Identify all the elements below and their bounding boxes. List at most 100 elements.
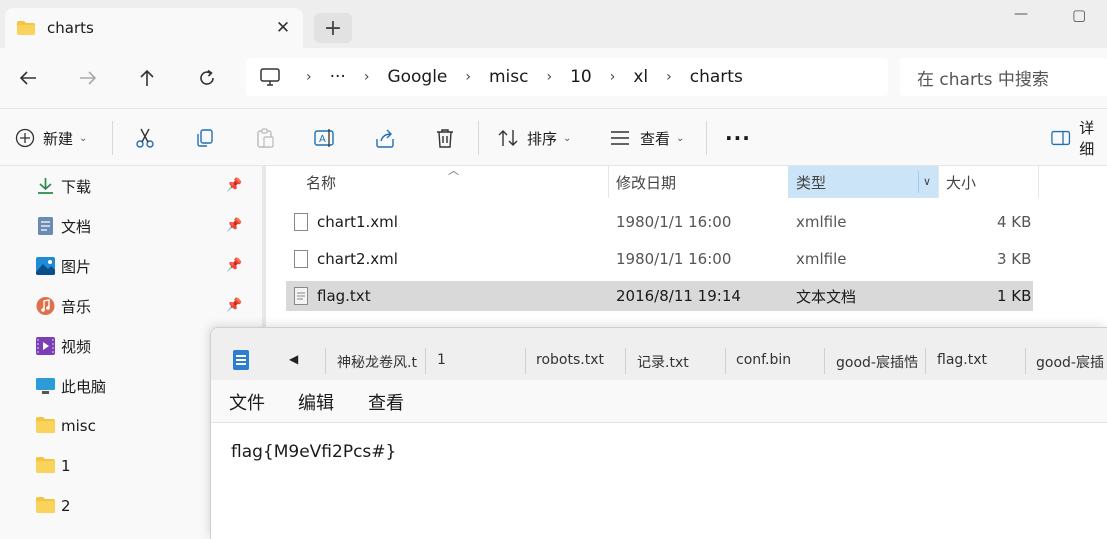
close-tab-icon[interactable]: ✕ <box>263 18 303 38</box>
copy-button[interactable] <box>194 123 216 153</box>
breadcrumb-separator[interactable]: › <box>666 69 672 85</box>
cut-button[interactable] <box>134 123 156 153</box>
breadcrumb-separator[interactable]: › <box>364 69 370 85</box>
file-icon <box>294 213 308 231</box>
breadcrumb-charts[interactable]: charts <box>690 67 743 87</box>
notepad-tab-active[interactable]: flag.txt <box>937 352 987 372</box>
divider <box>824 348 825 374</box>
new-button[interactable]: 新建 ⌄ <box>15 123 87 153</box>
file-row-selected[interactable]: flag.txt 2016/8/11 19:14 文本文档 1 KB <box>286 281 1033 311</box>
breadcrumb-separator[interactable]: › <box>610 69 616 85</box>
sidebar-item-folder-2[interactable]: 2 <box>36 495 71 517</box>
notepad-window: ◀ 神秘龙卷风.t 1 robots.txt 记录.txt conf.bin g… <box>210 327 1107 539</box>
sidebar-item-label: 1 <box>61 457 71 475</box>
maximize-icon[interactable]: ▢ <box>1072 6 1086 24</box>
search-input[interactable]: 在 charts 中搜索 <box>900 58 1107 96</box>
chevron-down-icon: ⌄ <box>79 132 88 144</box>
notepad-tab[interactable]: 记录.txt <box>637 352 689 372</box>
file-icon <box>294 250 308 268</box>
pin-icon[interactable]: 📌 <box>226 218 242 233</box>
new-tab-button[interactable]: + <box>314 13 352 43</box>
sort-button[interactable]: 排序 ⌄ <box>497 123 571 153</box>
forward-button[interactable] <box>73 64 103 92</box>
breadcrumb-separator: › <box>306 69 312 85</box>
sidebar-item-videos[interactable]: 视频 <box>36 335 91 357</box>
picture-icon <box>36 257 55 275</box>
forward-arrow-icon <box>80 71 97 85</box>
divider <box>525 348 526 374</box>
minimize-icon[interactable]: — <box>1014 6 1028 22</box>
scroll-tabs-left-icon[interactable]: ◀ <box>289 352 298 366</box>
view-button[interactable]: 查看 ⌄ <box>609 123 684 153</box>
share-button[interactable] <box>374 123 396 153</box>
breadcrumb-separator[interactable]: › <box>547 69 553 85</box>
divider <box>1025 348 1026 374</box>
explorer-tab[interactable]: charts ✕ <box>5 8 303 48</box>
file-row[interactable]: chart1.xml 1980/1/1 16:00 xmlfile 4 KB <box>286 207 1033 237</box>
column-header-name[interactable]: 名称 <box>298 166 608 198</box>
breadcrumb-google[interactable]: Google <box>387 67 447 87</box>
file-type: xmlfile <box>796 213 847 231</box>
paste-icon <box>257 128 274 148</box>
document-icon <box>36 217 55 235</box>
notepad-tab[interactable]: conf.bin <box>736 352 791 372</box>
column-divider[interactable] <box>1038 166 1039 198</box>
chevron-down-icon[interactable]: ∨ <box>918 171 931 193</box>
sidebar-item-downloads[interactable]: 下载 <box>36 175 91 197</box>
notepad-menu-bar: 文件 编辑 查看 <box>211 380 1107 422</box>
download-icon <box>36 177 55 195</box>
pin-icon[interactable]: 📌 <box>226 298 242 313</box>
back-button[interactable] <box>13 64 43 92</box>
divider <box>725 348 726 374</box>
rename-button[interactable]: A <box>313 123 337 153</box>
menu-view[interactable]: 查看 <box>368 389 404 415</box>
refresh-button[interactable] <box>192 64 222 92</box>
breadcrumb-misc[interactable]: misc <box>489 67 529 87</box>
svg-text:A: A <box>319 134 326 145</box>
paste-button[interactable] <box>254 123 276 153</box>
sidebar-item-music[interactable]: 音乐 <box>36 295 91 317</box>
file-name: chart2.xml <box>317 250 398 268</box>
notepad-tab[interactable]: 神秘龙卷风.t <box>337 352 421 372</box>
divider <box>925 348 926 374</box>
menu-edit[interactable]: 编辑 <box>298 389 334 415</box>
notepad-tab[interactable]: good-宸插 <box>1036 352 1107 372</box>
sidebar-item-label: 视频 <box>61 337 92 356</box>
chevron-down-icon: ⌄ <box>676 132 685 144</box>
sidebar-item-label: 文档 <box>61 217 92 236</box>
breadcrumb-separator[interactable]: › <box>465 69 471 85</box>
column-header-modified[interactable]: 修改日期 <box>608 166 788 198</box>
breadcrumb-10[interactable]: 10 <box>570 67 592 87</box>
sidebar-item-this-pc[interactable]: 此电脑 <box>36 375 106 397</box>
sidebar-item-pictures[interactable]: 图片 <box>36 255 91 277</box>
pin-icon[interactable]: 📌 <box>226 178 242 193</box>
file-row[interactable]: chart2.xml 1980/1/1 16:00 xmlfile 3 KB <box>286 244 1033 274</box>
sidebar-item-documents[interactable]: 文档 <box>36 215 91 237</box>
details-pane-button[interactable]: 详细 <box>1051 119 1107 158</box>
more-options-button[interactable]: ··· <box>725 123 751 153</box>
breadcrumb-overflow[interactable]: ··· <box>330 67 346 87</box>
notepad-tab[interactable]: good-宸插悎 <box>836 352 922 372</box>
folder-icon <box>36 417 55 435</box>
file-type: 文本文档 <box>796 287 857 306</box>
sort-icon <box>498 130 518 146</box>
sidebar-item-misc[interactable]: misc <box>36 415 96 437</box>
column-header-type[interactable]: 类型 ∨ <box>788 166 938 198</box>
notepad-tab[interactable]: robots.txt <box>536 352 604 372</box>
menu-file[interactable]: 文件 <box>229 389 265 415</box>
refresh-icon <box>200 69 214 85</box>
computer-icon <box>260 68 280 86</box>
details-label: 详细 <box>1079 119 1095 158</box>
sidebar-item-folder-1[interactable]: 1 <box>36 455 71 477</box>
breadcrumb-xl[interactable]: xl <box>633 67 648 87</box>
notepad-text-area[interactable]: flag{M9eVfi2Pcs#} <box>211 422 1107 539</box>
up-button[interactable] <box>132 64 162 92</box>
delete-button[interactable] <box>434 123 456 153</box>
computer-icon <box>36 377 55 395</box>
address-box[interactable]: › ··· › Google › misc › 10 › xl › charts <box>246 58 888 96</box>
pin-icon[interactable]: 📌 <box>226 258 242 273</box>
divider <box>706 121 707 155</box>
column-header-size[interactable]: 大小 <box>938 166 1038 198</box>
sidebar-item-label: misc <box>61 417 96 435</box>
notepad-tab[interactable]: 1 <box>437 352 446 372</box>
